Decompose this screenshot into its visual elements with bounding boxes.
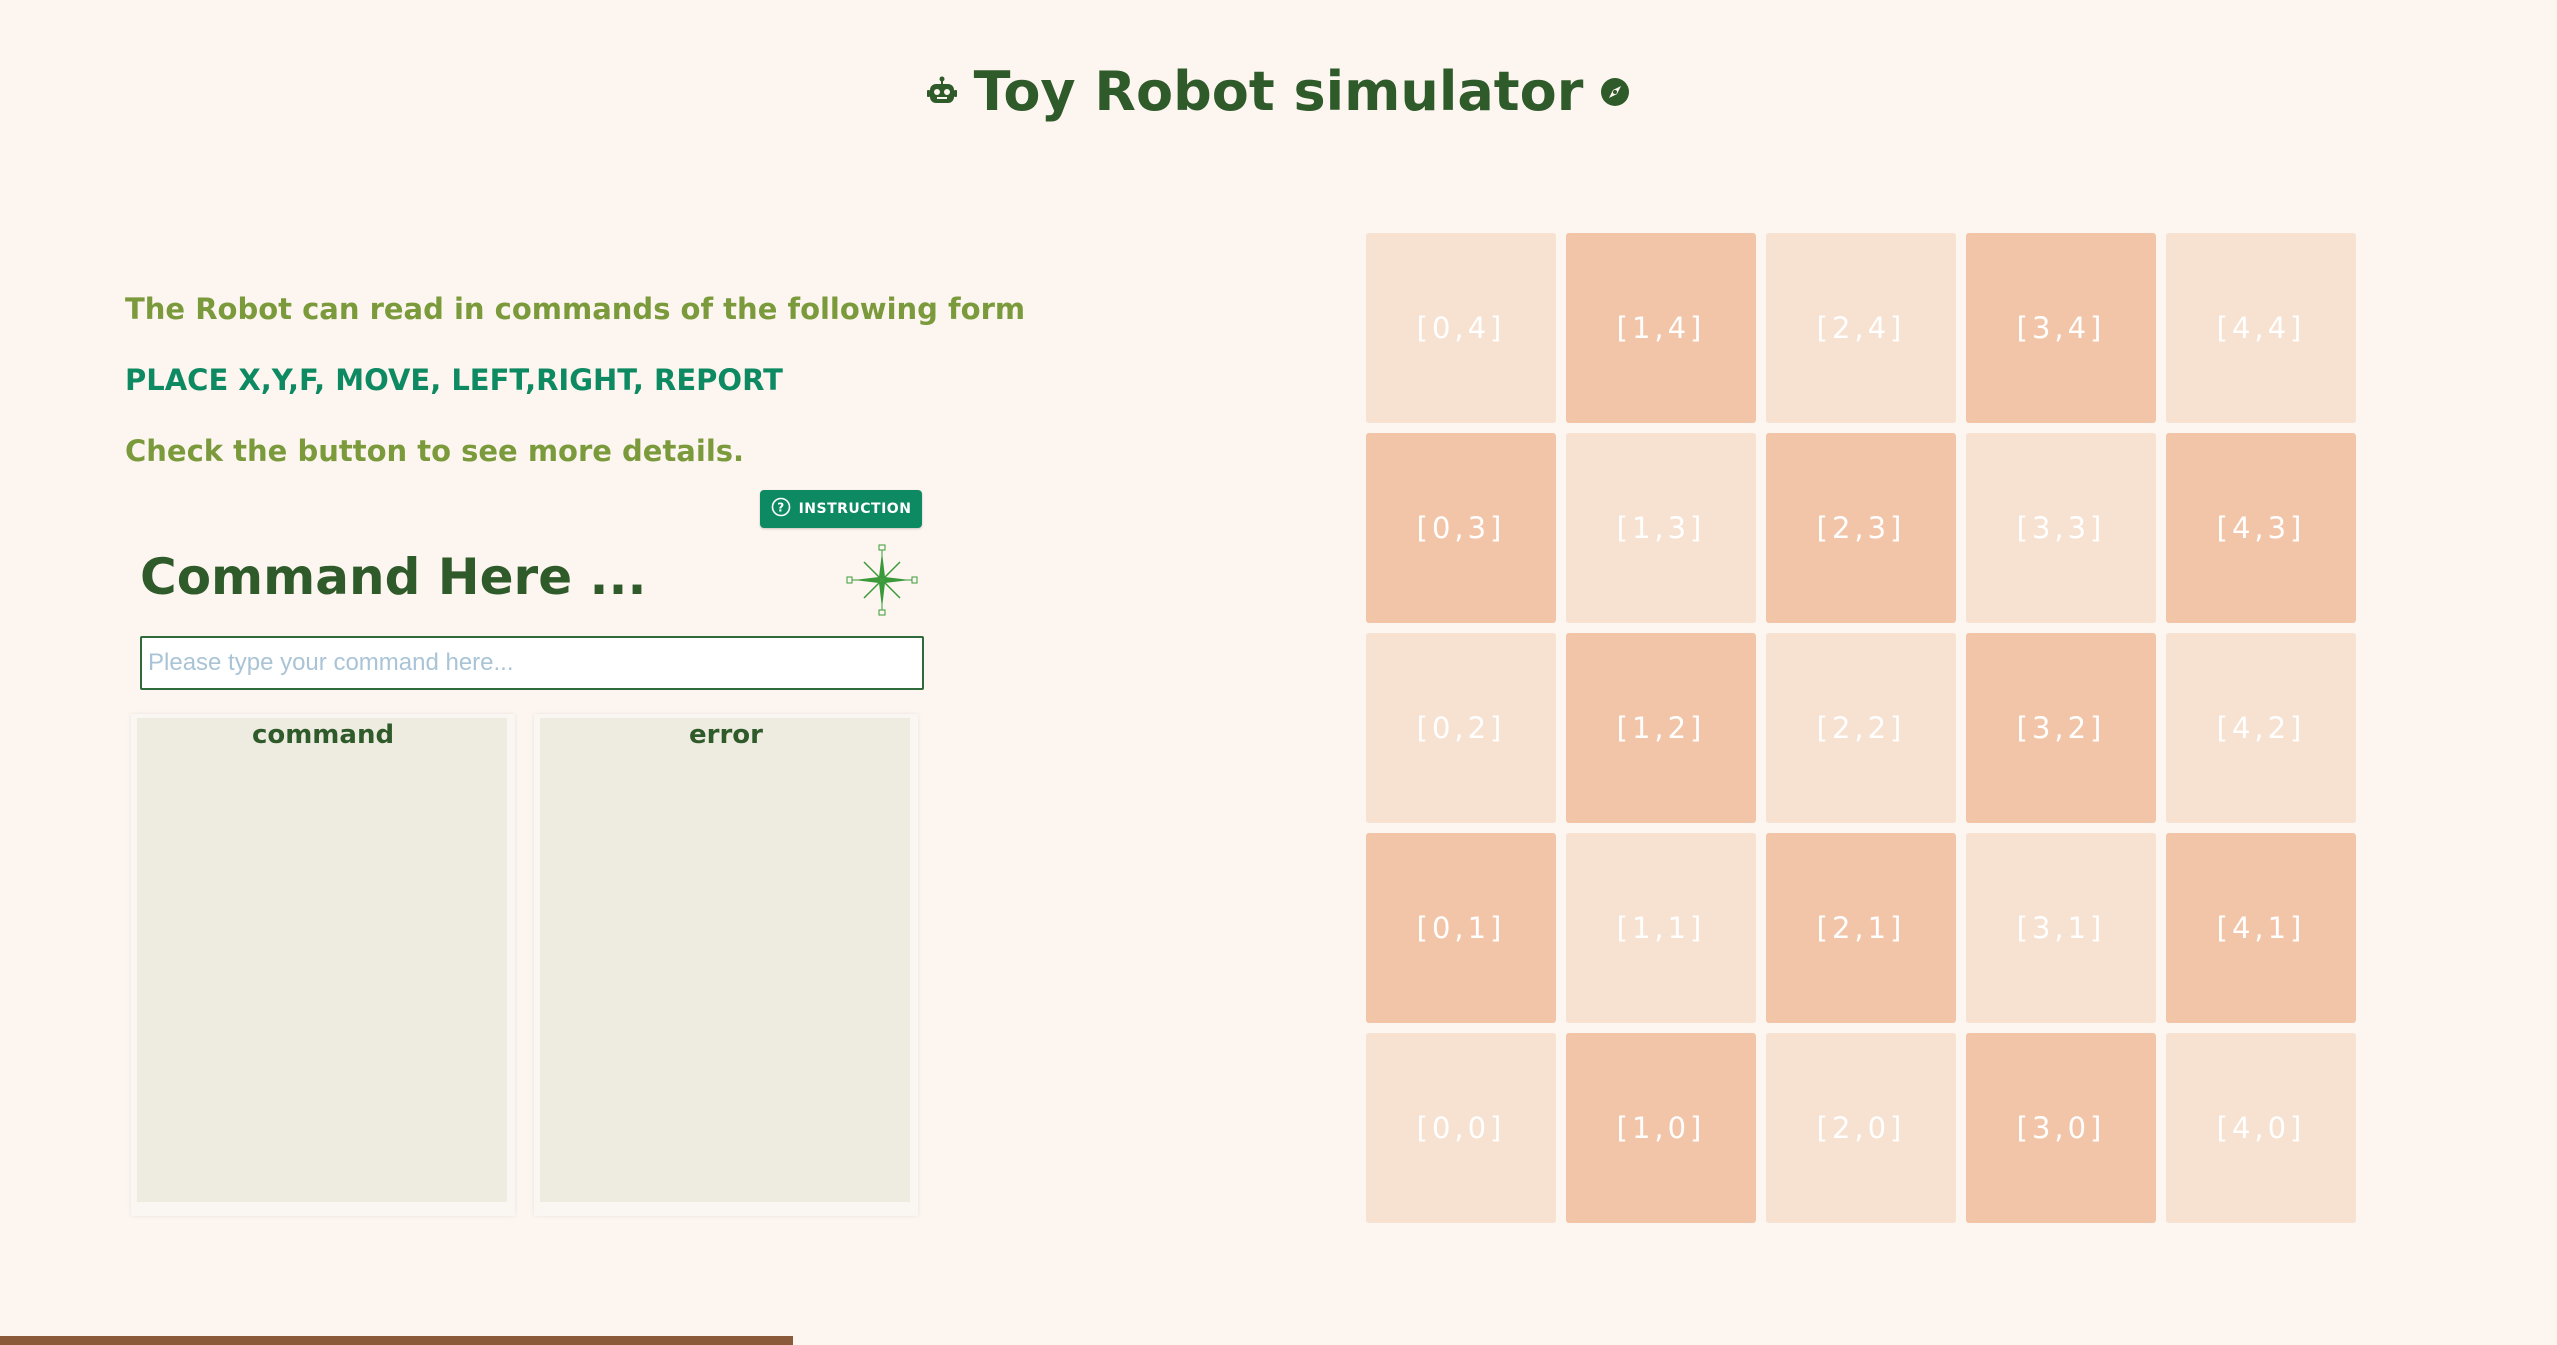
compass-icon <box>1599 76 1631 108</box>
board-cell: [0,4] <box>1366 233 1556 423</box>
info-line-commands: PLACE X,Y,F, MOVE, LEFT,RIGHT, REPORT <box>125 363 783 397</box>
command-log-panel: command <box>131 714 515 1216</box>
robot-icon <box>926 76 958 108</box>
board-cell: [3,1] <box>1966 833 2156 1023</box>
command-title: Command Here ... <box>140 548 647 606</box>
svg-text:?: ? <box>777 501 784 515</box>
board-cell: [2,2] <box>1766 633 1956 823</box>
board-cell: [2,0] <box>1766 1033 1956 1223</box>
page-header: Toy Robot simulator <box>0 60 2557 123</box>
board-cell: [2,3] <box>1766 433 1956 623</box>
board-cell: [1,1] <box>1566 833 1756 1023</box>
error-log-label: error <box>689 720 763 750</box>
instructions-text: The Robot can read in commands of the fo… <box>125 292 1025 505</box>
board-cell: [3,0] <box>1966 1033 2156 1223</box>
command-log-area <box>137 718 507 1202</box>
board-cell: [3,2] <box>1966 633 2156 823</box>
error-log-area <box>540 718 910 1202</box>
board-cell: [3,4] <box>1966 233 2156 423</box>
board-cell: [4,1] <box>2166 833 2356 1023</box>
board-cell: [4,0] <box>2166 1033 2356 1223</box>
board-cell: [0,3] <box>1366 433 1556 623</box>
robot-board: [0,4] [1,4] [2,4] [3,4] [4,4] [0,3] [1,3] [2,3]… <box>1366 233 2356 1223</box>
board-cell: [4,3] <box>2166 433 2356 623</box>
board-cell: [1,0] <box>1566 1033 1756 1223</box>
taskbar-strip <box>0 1336 793 1345</box>
info-line-form: The Robot can read in commands of the fo… <box>125 292 1026 326</box>
instruction-button[interactable]: ? INSTRUCTION <box>760 490 922 528</box>
board-cell: [2,1] <box>1766 833 1956 1023</box>
board-cell: [1,2] <box>1566 633 1756 823</box>
board-cell: [0,1] <box>1366 833 1556 1023</box>
error-log-panel: error <box>534 714 918 1216</box>
compass-rose-icon <box>846 544 918 616</box>
board-cell: [1,4] <box>1566 233 1756 423</box>
board-cell: [4,2] <box>2166 633 2356 823</box>
board-cell: [4,4] <box>2166 233 2356 423</box>
board-cell: [0,2] <box>1366 633 1556 823</box>
help-circle-icon: ? <box>771 497 791 521</box>
command-log-label: command <box>251 720 395 750</box>
board-cell: [1,3] <box>1566 433 1756 623</box>
info-line-details: Check the button to see more details. <box>125 434 745 468</box>
command-input[interactable] <box>140 636 924 690</box>
instruction-button-label: INSTRUCTION <box>798 501 912 517</box>
board-cell: [3,3] <box>1966 433 2156 623</box>
board-cell: [2,4] <box>1766 233 1956 423</box>
page-title: Toy Robot simulator <box>973 60 1584 123</box>
board-cell: [0,0] <box>1366 1033 1556 1223</box>
